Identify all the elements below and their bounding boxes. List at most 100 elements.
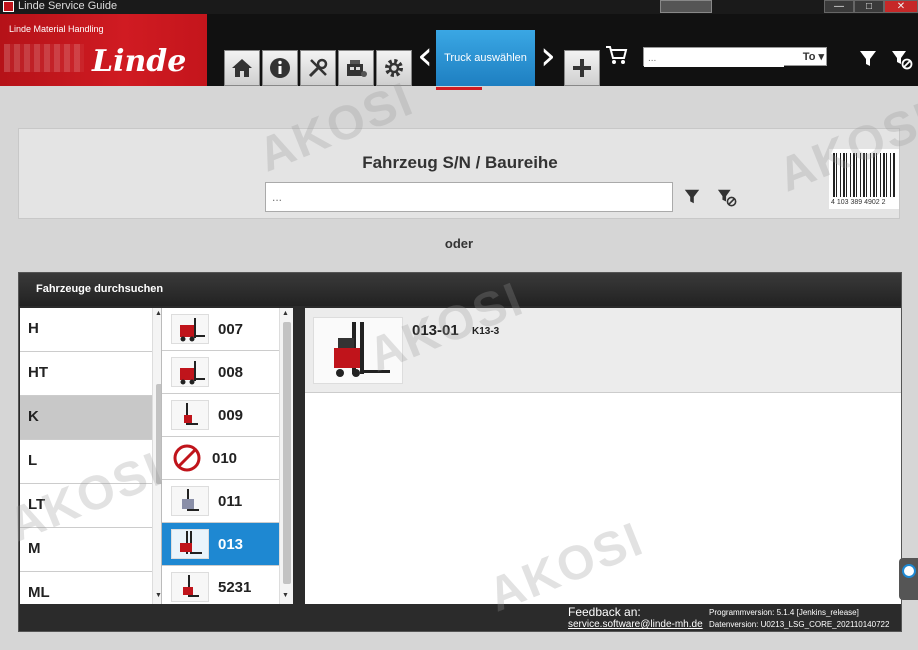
model-item[interactable]: 008 xyxy=(162,351,279,394)
forklift-thumbnail xyxy=(171,486,209,516)
info-icon xyxy=(270,58,290,78)
tab-prev-chevron-icon[interactable]: ‹ xyxy=(417,36,433,76)
serial-search-label: Fahrzeug S/N / Baureihe xyxy=(362,153,558,172)
home-icon xyxy=(232,59,252,77)
serial-filter-clear-button[interactable] xyxy=(716,187,738,212)
serial-search-panel: Fahrzeug S/N / Baureihe 4 103 389 4902 2 xyxy=(18,128,900,219)
model-number: 013 xyxy=(218,536,244,553)
app-header: Linde Material Handling Linde ‹ Truck au… xyxy=(0,14,918,90)
filter-icon xyxy=(860,51,876,66)
scroll-up-arrow-icon[interactable]: ▲ xyxy=(282,310,289,317)
model-number: 5231 xyxy=(218,579,252,596)
feedback-label: Feedback an: xyxy=(568,605,641,619)
tray-controls[interactable] xyxy=(660,0,712,13)
window-controls: — □ ✕ xyxy=(824,0,918,13)
data-version: Datenversion: U0213_LSG_CORE_20211014072… xyxy=(709,620,890,629)
info-button[interactable] xyxy=(262,50,298,86)
letter-list: H HT K L LT M ML xyxy=(20,308,152,604)
logo-brand: Linde xyxy=(92,44,187,79)
model-item[interactable]: 009 xyxy=(162,394,279,437)
side-panel-icon xyxy=(902,564,916,578)
scrollbar-thumb[interactable] xyxy=(283,322,291,584)
letter-item[interactable]: L xyxy=(20,440,152,484)
model-number: 009 xyxy=(218,407,244,424)
header-search-input[interactable] xyxy=(644,50,784,67)
version-info: Programmversion: 5.1.4 [Jenkins_release]… xyxy=(709,607,889,631)
logo-stripes xyxy=(4,44,84,72)
model-number: 011 xyxy=(218,493,243,510)
letter-item[interactable]: HT xyxy=(20,352,152,396)
letter-item-selected[interactable]: K xyxy=(20,396,152,440)
window-title: Linde Service Guide xyxy=(18,0,118,12)
tab-truck-select-label: Truck auswählen xyxy=(444,52,527,64)
filter-icon xyxy=(684,189,700,204)
forklift-thumbnail xyxy=(171,572,209,602)
forklift-thumbnail xyxy=(171,314,209,344)
settings-button[interactable] xyxy=(376,50,412,86)
model-item-unavailable[interactable]: 010 xyxy=(162,437,279,480)
home-button[interactable] xyxy=(224,50,260,86)
side-panel-toggle[interactable] xyxy=(899,558,918,600)
letter-item[interactable]: ML xyxy=(20,572,152,604)
forklift-thumbnail xyxy=(171,400,209,430)
barcode-number: 4 103 389 4902 2 xyxy=(831,199,886,206)
model-number: 007 xyxy=(218,321,244,338)
letter-item[interactable]: LT xyxy=(20,484,152,528)
maximize-button[interactable]: □ xyxy=(854,0,884,13)
plus-icon xyxy=(573,59,591,77)
linde-logo: Linde Material Handling Linde xyxy=(0,14,207,86)
app-icon xyxy=(3,1,14,12)
settings-icon xyxy=(385,59,403,77)
serial-filter-button[interactable] xyxy=(683,187,701,210)
machine-icon xyxy=(347,60,367,77)
logo-subtitle: Linde Material Handling xyxy=(9,24,104,34)
variant-type: K13-3 xyxy=(472,326,500,337)
model-item[interactable]: 011 xyxy=(162,480,279,523)
forklift-thumbnail xyxy=(171,529,209,559)
variant-list: 013-01 K13-3 xyxy=(305,308,901,604)
tab-truck-select[interactable]: Truck auswählen xyxy=(436,30,535,90)
close-button[interactable]: ✕ xyxy=(884,0,918,13)
variant-code: 013-01 xyxy=(412,322,459,339)
browse-title: Fahrzeuge durchsuchen xyxy=(19,273,901,306)
variant-item[interactable]: 013-01 K13-3 xyxy=(305,308,901,393)
active-tab-indicator xyxy=(436,87,482,90)
tools-icon xyxy=(308,58,328,78)
add-button[interactable] xyxy=(564,50,600,86)
filter-clear-icon xyxy=(717,189,737,207)
feedback-email-link[interactable]: service.software@linde-mh.de xyxy=(568,619,703,630)
header-search-selector[interactable]: To ▾ xyxy=(803,50,824,63)
model-number: 008 xyxy=(218,364,244,381)
scroll-down-arrow-icon[interactable]: ▼ xyxy=(282,592,289,599)
header-search: To ▾ xyxy=(643,47,827,67)
cart-icon xyxy=(606,46,628,64)
letter-item[interactable]: H xyxy=(20,308,152,352)
model-item[interactable]: 007 xyxy=(162,308,279,351)
model-item-selected[interactable]: 013 xyxy=(162,523,279,566)
header-filter-clear-button[interactable] xyxy=(890,48,914,75)
serial-search-input[interactable] xyxy=(265,182,673,212)
minimize-button[interactable]: — xyxy=(824,0,854,13)
feedback: Feedback an: service.software@linde-mh.d… xyxy=(568,605,703,630)
separator-text: oder xyxy=(444,236,474,251)
title-bar: Linde Service Guide — □ ✕ xyxy=(0,0,918,14)
program-version: Programmversion: 5.1.4 [Jenkins_release] xyxy=(709,608,859,617)
model-item[interactable]: 5231 xyxy=(162,566,279,604)
forklift-thumbnail xyxy=(171,357,209,387)
tab-next-chevron-icon[interactable]: › xyxy=(540,36,556,76)
barcode-icon xyxy=(833,153,895,197)
forbidden-icon xyxy=(173,444,201,472)
model-list-scrollbar[interactable]: ▲ ▼ xyxy=(279,308,293,604)
filter-clear-icon xyxy=(892,51,913,70)
model-list: 007 008 009 010 011 013 5231 xyxy=(161,308,279,604)
barcode-scan-button[interactable]: 4 103 389 4902 2 xyxy=(829,149,899,209)
cart-button[interactable] xyxy=(604,44,628,71)
browse-vehicles-panel: Fahrzeuge durchsuchen H HT K L LT M ML ▲… xyxy=(18,272,902,632)
tools-button[interactable] xyxy=(300,50,336,86)
variant-image xyxy=(313,317,403,384)
model-number: 010 xyxy=(212,450,238,467)
letter-item[interactable]: M xyxy=(20,528,152,572)
machine-button[interactable] xyxy=(338,50,374,86)
header-filter-button[interactable] xyxy=(858,48,878,73)
search-selector-label: To xyxy=(802,51,816,63)
